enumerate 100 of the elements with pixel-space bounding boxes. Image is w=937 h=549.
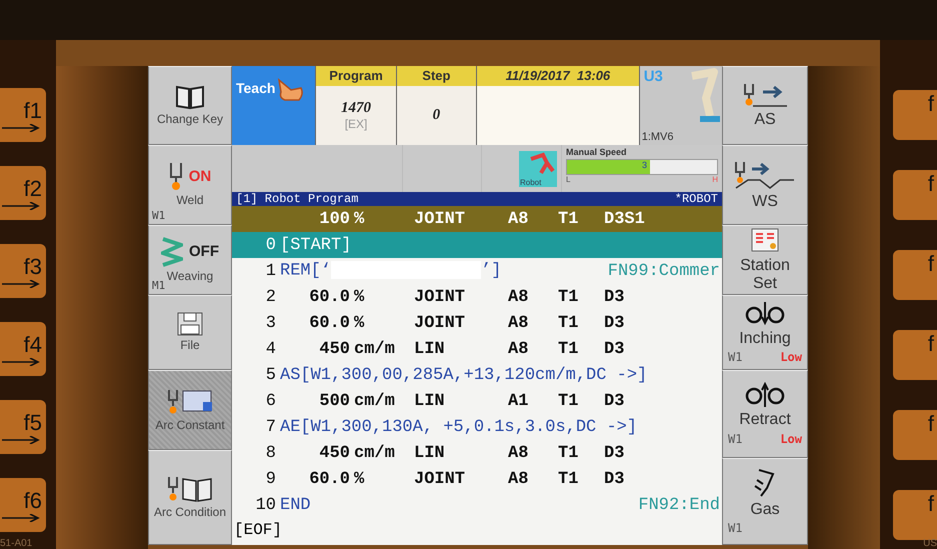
soft-key-label: Weaving — [166, 270, 214, 284]
move-field: T1 — [558, 288, 600, 306]
move-field: T1 — [558, 340, 600, 358]
soft-key[interactable]: WS — [722, 145, 808, 225]
function-key[interactable]: f3 — [0, 244, 46, 298]
soft-key[interactable]: Arc Constant — [148, 370, 232, 450]
soft-key-label: Station Set — [739, 256, 791, 292]
program-line[interactable]: 2 60.0 % JOINT A8 T1 D3 — [232, 284, 722, 310]
move-field: A8 — [508, 340, 554, 358]
station-icon — [751, 228, 779, 254]
program-type: [EX] — [344, 117, 368, 131]
robot-status-icon: Robot — [519, 150, 557, 186]
position-field: % — [354, 210, 410, 228]
soft-key-label: AS — [753, 111, 777, 129]
torch-book-icon — [167, 475, 213, 504]
torch-monitor-icon — [167, 388, 213, 416]
info-heading: Step — [396, 66, 476, 86]
move-field: % — [354, 470, 410, 488]
instruction-text: END — [280, 496, 312, 514]
move-field: D3 — [604, 340, 722, 358]
line-number: 6 — [264, 392, 276, 410]
line-number: 10 — [254, 496, 276, 514]
arrow-icon — [2, 280, 42, 288]
soft-key-label: Retract — [738, 411, 792, 429]
move-field: 60.0 — [280, 314, 350, 332]
soft-key-label: Arc Condition — [154, 506, 226, 520]
book-icon — [175, 84, 205, 110]
function-key[interactable]: f1 — [0, 88, 46, 142]
speed-setting: Low — [780, 350, 802, 364]
function-key[interactable]: f — [893, 330, 937, 380]
position-field: D3S1 — [604, 210, 722, 228]
channel-label: W1 — [728, 432, 742, 446]
weave-arrow-icon — [734, 160, 796, 190]
function-key[interactable]: f2 — [0, 166, 46, 220]
function-key[interactable]: f6 — [0, 478, 46, 532]
function-key[interactable]: f — [893, 90, 937, 140]
program-line[interactable]: 6 500 cm/m LIN A1 T1 D3 — [232, 388, 722, 414]
soft-key-label: Arc Constant — [155, 418, 225, 432]
status-label: ON — [188, 168, 212, 186]
move-field: A8 — [508, 288, 554, 306]
line-number: 8 — [264, 444, 276, 462]
inching-icon — [745, 300, 785, 327]
soft-key[interactable]: Retract W1 Low — [722, 370, 808, 458]
arrow-icon — [2, 202, 42, 210]
move-field: A8 — [508, 470, 554, 488]
channel-label: W1 — [728, 350, 742, 364]
function-key[interactable]: f5 — [0, 400, 46, 454]
retract-icon — [745, 382, 785, 408]
soft-key-label: Change Key — [156, 113, 224, 127]
group-label: U3 — [644, 68, 663, 85]
function-key[interactable]: f — [893, 250, 937, 300]
line-number: 0 — [264, 236, 276, 254]
program-line[interactable]: 1 REM[‘ ’] FN99:Commer — [232, 258, 722, 284]
move-field: cm/m — [354, 392, 410, 410]
position-field: A8 — [508, 210, 554, 228]
step-number: 0 — [432, 107, 440, 124]
end-of-file-marker: [EOF] — [234, 521, 282, 539]
channel-label: W1 — [152, 209, 166, 222]
torch-icon — [168, 162, 183, 191]
program-line[interactable]: 7 AE[W1,300,130A, +5,0.1s,3.0s,DC ->] — [232, 414, 722, 440]
move-field: JOINT — [414, 314, 504, 332]
line-number: 1 — [264, 262, 276, 280]
program-line[interactable]: 9 60.0 % JOINT A8 T1 D3 — [232, 466, 722, 492]
program-line[interactable]: 4 450 cm/m LIN A8 T1 D3 — [232, 336, 722, 362]
speed-gauge: 3 — [566, 159, 718, 175]
function-key[interactable]: f — [893, 170, 937, 220]
soft-key[interactable]: File — [148, 295, 232, 370]
soft-key[interactable]: AS — [722, 66, 808, 145]
program-line[interactable]: 10 END FN92:End — [232, 492, 722, 518]
soft-key-label: File — [180, 339, 200, 353]
move-field: LIN — [414, 340, 504, 358]
channel-label: M1 — [152, 279, 166, 292]
function-key[interactable]: f — [893, 410, 937, 460]
position-field: 100 — [280, 210, 350, 228]
soft-key[interactable]: Inching W1 Low — [722, 295, 808, 370]
line-number: 5 — [264, 366, 276, 384]
move-field: % — [354, 314, 410, 332]
move-field: T1 — [558, 314, 600, 332]
date-time: 11/19/2017 13:06 — [477, 66, 639, 86]
soft-key[interactable]: OFF Weaving M1 — [148, 225, 232, 295]
position-field: JOINT — [414, 210, 504, 228]
move-field: T1 — [558, 470, 600, 488]
soft-key[interactable]: Station Set — [722, 225, 808, 295]
program-line[interactable]: 3 60.0 % JOINT A8 T1 D3 — [232, 310, 722, 336]
soft-key[interactable]: Arc Condition — [148, 450, 232, 545]
control-group-label: *ROBOT — [674, 192, 718, 206]
soft-key[interactable]: Gas W1 — [722, 458, 808, 545]
program-line[interactable]: 8 450 cm/m LIN A8 T1 D3 — [232, 440, 722, 466]
status-label: OFF — [189, 243, 219, 260]
program-line[interactable]: 5 AS[W1,300,00,285A,+13,120cm/m,DC ->] — [232, 362, 722, 388]
function-key[interactable]: f — [893, 490, 937, 540]
function-key[interactable]: f4 — [0, 322, 46, 376]
function-note: FN99:Commer — [608, 262, 721, 280]
move-field: 450 — [280, 444, 350, 462]
soft-key[interactable]: Change Key — [148, 66, 232, 145]
move-field: A8 — [508, 444, 554, 462]
move-field: D3 — [604, 314, 722, 332]
soft-key-label: Gas — [749, 500, 781, 518]
move-field: A1 — [508, 392, 554, 410]
soft-key[interactable]: ON Weld W1 — [148, 145, 232, 225]
